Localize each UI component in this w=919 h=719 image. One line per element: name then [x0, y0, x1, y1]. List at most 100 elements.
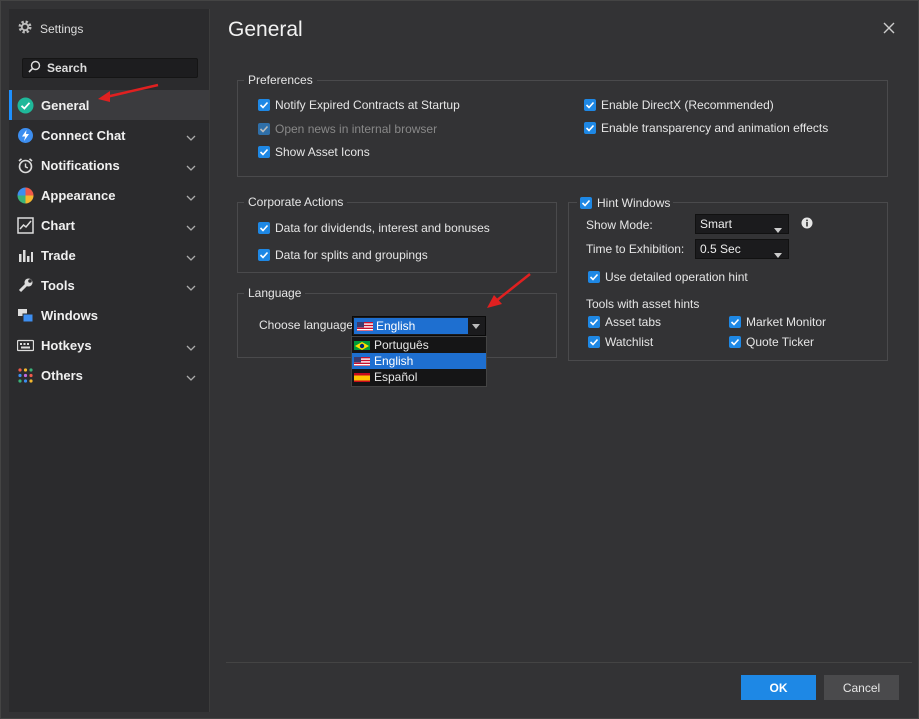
chevron-down-icon[interactable]: [186, 189, 196, 204]
checkbox-label: Data for splits and groupings: [275, 248, 428, 262]
dividends-checkbox[interactable]: Data for dividends, interest and bonuses: [258, 221, 490, 235]
checkbox-label: Asset tabs: [605, 315, 662, 329]
notify-expired-checkbox[interactable]: Notify Expired Contracts at Startup: [258, 98, 460, 112]
sidebar-item-appearance[interactable]: Appearance: [9, 180, 209, 210]
hint-windows-checkbox[interactable]: Hint Windows: [577, 196, 674, 210]
check-circle-icon: [16, 96, 34, 114]
sidebar-item-hotkeys[interactable]: Hotkeys: [9, 330, 209, 360]
sidebar-item-connect-chat[interactable]: Connect Chat: [9, 120, 209, 150]
chevron-down-icon: [774, 222, 782, 236]
checkbox-checked-icon[interactable]: [588, 316, 600, 328]
close-icon: [883, 22, 895, 34]
quote-ticker-checkbox[interactable]: Quote Ticker: [729, 335, 814, 349]
alarm-clock-icon: [16, 156, 34, 174]
brazil-flag-icon: [354, 340, 370, 350]
language-option-espanol[interactable]: Español: [352, 369, 486, 385]
annotation-arrow-icon: [487, 273, 531, 308]
sidebar-item-windows[interactable]: Windows: [9, 300, 209, 330]
trade-icon: [16, 246, 34, 264]
gear-icon: [17, 19, 33, 38]
sidebar-item-others[interactable]: Others: [9, 360, 209, 390]
chevron-down-icon[interactable]: [186, 369, 196, 384]
checkbox-label: Notify Expired Contracts at Startup: [275, 98, 460, 112]
checkbox-checked-icon[interactable]: [258, 249, 270, 261]
checkbox-checked-icon[interactable]: [258, 222, 270, 234]
chevron-down-icon[interactable]: [186, 339, 196, 354]
detailed-hint-checkbox[interactable]: Use detailed operation hint: [588, 270, 748, 284]
show-asset-icons-checkbox[interactable]: Show Asset Icons: [258, 145, 370, 159]
chevron-down-icon[interactable]: [186, 279, 196, 294]
close-button[interactable]: [882, 21, 896, 35]
chevron-down-icon[interactable]: [186, 219, 196, 234]
hint-windows-legend: Hint Windows: [597, 196, 671, 210]
us-flag-icon: [357, 321, 373, 331]
grid-dots-icon: [16, 366, 34, 384]
show-mode-value: Smart: [700, 217, 733, 231]
language-option-portugues[interactable]: Português: [352, 337, 486, 353]
checkbox-checked-icon[interactable]: [258, 146, 270, 158]
checkbox-label: Use detailed operation hint: [605, 270, 748, 284]
checkbox-checked-icon[interactable]: [588, 336, 600, 348]
time-to-exhibition-select[interactable]: 0.5 Sec: [695, 239, 789, 259]
language-option-label: Español: [374, 370, 418, 384]
windows-icon: [16, 306, 34, 324]
info-icon[interactable]: [801, 217, 813, 232]
checkbox-label: Show Asset Icons: [275, 145, 370, 159]
ok-button[interactable]: OK: [741, 675, 816, 700]
chevron-down-icon[interactable]: [186, 129, 196, 144]
window-title: Settings: [17, 19, 83, 38]
tools-with-asset-hints-label: Tools with asset hints: [586, 297, 700, 311]
checkbox-label: Watchlist: [605, 335, 654, 349]
checkbox-checked-icon[interactable]: [258, 99, 270, 111]
enable-transparency-checkbox[interactable]: Enable transparency and animation effect…: [584, 121, 828, 135]
sidebar-item-label: Chart: [41, 217, 75, 233]
checkbox-checked-icon[interactable]: [584, 122, 596, 134]
sidebar-item-notifications[interactable]: Notifications: [9, 150, 209, 180]
checkbox-label: Open news in internal browser: [275, 122, 438, 136]
search-icon: [28, 60, 41, 76]
language-select[interactable]: English: [352, 316, 486, 336]
dropdown-button[interactable]: [468, 318, 484, 334]
checkbox-label: Enable DirectX (Recommended): [601, 98, 774, 112]
market-monitor-checkbox[interactable]: Market Monitor: [729, 315, 826, 329]
sidebar-item-chart[interactable]: Chart: [9, 210, 209, 240]
search-input[interactable]: Search: [22, 58, 198, 78]
sidebar-item-label: Hotkeys: [41, 337, 92, 353]
language-option-label: Português: [374, 338, 429, 352]
language-option-english[interactable]: English: [352, 353, 486, 369]
checkbox-checked-icon[interactable]: [584, 99, 596, 111]
asset-tabs-checkbox[interactable]: Asset tabs: [588, 315, 661, 329]
chevron-down-icon[interactable]: [186, 249, 196, 264]
sidebar-item-trade[interactable]: Trade: [9, 240, 209, 270]
language-legend: Language: [244, 286, 306, 300]
show-mode-label: Show Mode:: [586, 218, 653, 232]
sidebar-item-label: Trade: [41, 247, 76, 263]
enable-directx-checkbox[interactable]: Enable DirectX (Recommended): [584, 98, 774, 112]
checkbox-checked-icon[interactable]: [580, 197, 592, 209]
wrench-icon: [16, 276, 34, 294]
sidebar-item-label: Tools: [41, 277, 75, 293]
color-wheel-icon: [16, 186, 34, 204]
splits-checkbox[interactable]: Data for splits and groupings: [258, 248, 428, 262]
cancel-button[interactable]: Cancel: [824, 675, 899, 700]
language-select-value[interactable]: English: [354, 318, 468, 334]
checkbox-checked-icon[interactable]: [729, 336, 741, 348]
watchlist-checkbox[interactable]: Watchlist: [588, 335, 653, 349]
checkbox-label: Quote Ticker: [746, 335, 815, 349]
time-to-exhibition-label: Time to Exhibition:: [586, 242, 685, 256]
sidebar-nav: General Connect Chat Notifications Appea…: [9, 90, 209, 390]
show-mode-select[interactable]: Smart: [695, 214, 789, 234]
sidebar-item-label: Others: [41, 367, 83, 383]
preferences-legend: Preferences: [244, 73, 317, 87]
checkbox-checked-icon[interactable]: [588, 271, 600, 283]
sidebar-item-label: Appearance: [41, 187, 116, 203]
language-selected-text: English: [376, 319, 416, 333]
checkbox-checked-icon[interactable]: [729, 316, 741, 328]
search-placeholder: Search: [47, 61, 88, 75]
time-to-exhibition-value: 0.5 Sec: [700, 242, 741, 256]
chart-icon: [16, 216, 34, 234]
sidebar-item-tools[interactable]: Tools: [9, 270, 209, 300]
chevron-down-icon: [774, 247, 782, 261]
chevron-down-icon[interactable]: [186, 159, 196, 174]
corporate-actions-group: Corporate Actions: [237, 195, 557, 273]
